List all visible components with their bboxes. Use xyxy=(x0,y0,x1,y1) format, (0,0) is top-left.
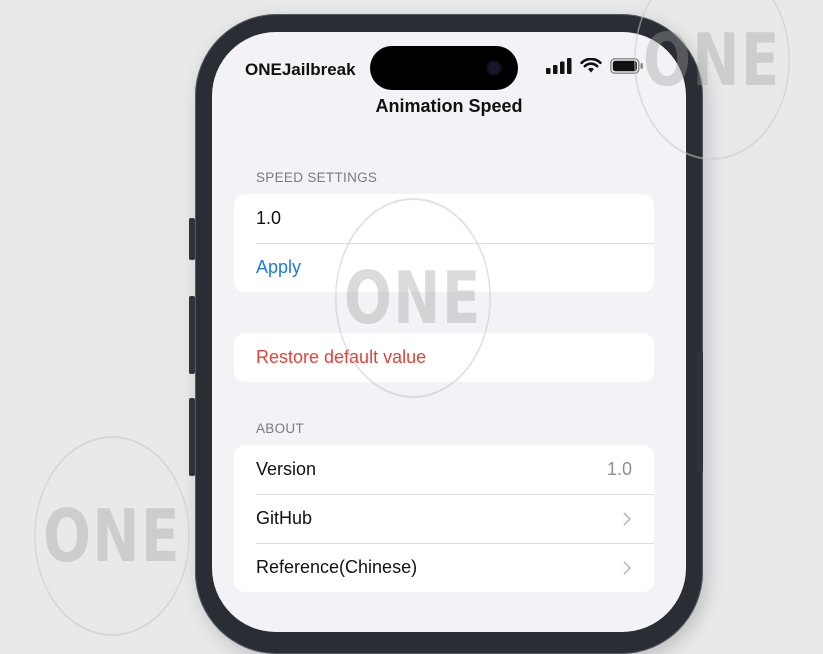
speed-settings-group: 1.0 Apply xyxy=(234,194,654,292)
version-label: Version xyxy=(256,459,317,479)
speed-value-field[interactable]: 1.0 xyxy=(234,194,654,243)
watermark-logo: ONE xyxy=(34,436,190,636)
restore-default-button[interactable]: Restore default value xyxy=(234,333,654,382)
restore-group: Restore default value xyxy=(234,333,654,382)
reference-label: Reference(Chinese) xyxy=(256,557,418,577)
cellular-signal-icon xyxy=(546,58,572,74)
action-button xyxy=(189,218,195,260)
about-group: Version 1.0 GitHub Reference(Chinese) xyxy=(234,445,654,592)
page-title: Animation Speed xyxy=(375,96,523,116)
volume-down-button xyxy=(189,398,195,476)
speed-value-text: 1.0 xyxy=(256,208,282,228)
dynamic-island xyxy=(370,46,518,90)
section-header-about: ABOUT xyxy=(256,421,305,436)
phone-screen: ONEJailbreak Animation Speed SPEED SETTI… xyxy=(212,32,686,632)
status-bar-carrier: ONEJailbreak xyxy=(245,60,356,79)
apply-button-label: Apply xyxy=(256,257,302,277)
side-button xyxy=(697,352,703,472)
status-bar-icons xyxy=(546,56,644,76)
restore-default-label: Restore default value xyxy=(256,347,427,367)
version-value: 1.0 xyxy=(606,459,632,479)
volume-up-button xyxy=(189,296,195,374)
section-header-speed-settings: SPEED SETTINGS xyxy=(256,170,378,185)
github-label: GitHub xyxy=(256,508,313,528)
front-camera xyxy=(488,62,500,74)
chevron-right-icon xyxy=(623,512,631,525)
chevron-right-icon xyxy=(623,561,631,574)
version-row: Version 1.0 xyxy=(234,445,654,494)
apply-button[interactable]: Apply xyxy=(234,243,654,292)
battery-icon xyxy=(610,58,643,74)
wifi-icon xyxy=(580,58,602,73)
github-row[interactable]: GitHub xyxy=(234,494,654,543)
reference-row[interactable]: Reference(Chinese) xyxy=(234,543,654,592)
